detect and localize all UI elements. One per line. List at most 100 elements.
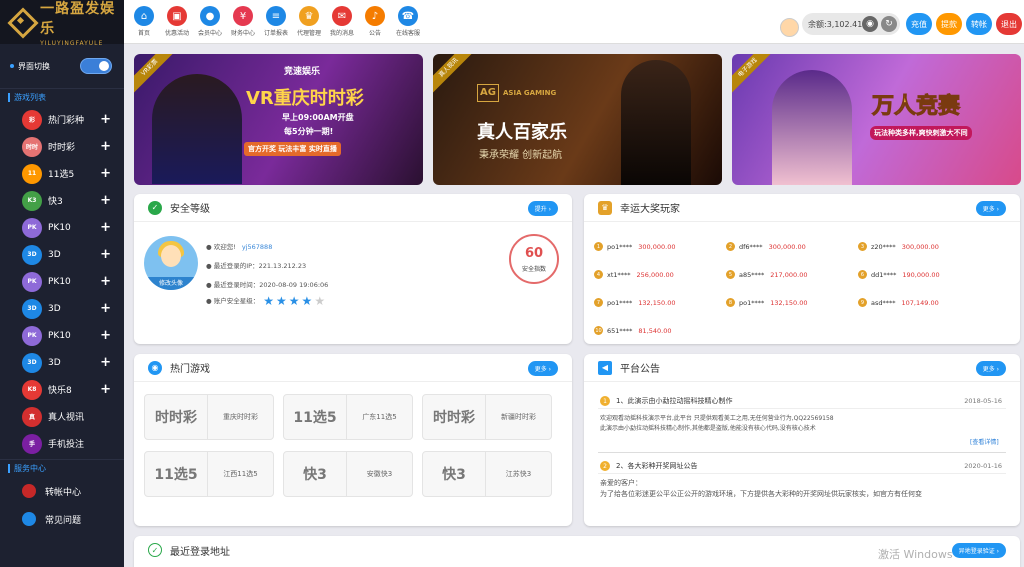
expand-plus-icon[interactable]: + <box>100 139 111 154</box>
report-icon: ≡ <box>266 6 286 26</box>
support-icon: ☎ <box>398 6 418 26</box>
profile-avatar[interactable]: 修改头像 <box>144 236 198 290</box>
expand-plus-icon[interactable]: + <box>100 355 111 370</box>
hot-game-tile[interactable]: 快3 江苏快3 <box>422 451 552 497</box>
logo-title: 一路盈发娱乐 <box>40 0 116 37</box>
banner-subtitle: 秉承荣耀 创新起航 <box>479 150 563 161</box>
top-button-4[interactable]: 退出 <box>996 13 1022 35</box>
notice-more-button[interactable]: 更多 › <box>975 361 1006 376</box>
expand-plus-icon[interactable]: + <box>100 220 111 235</box>
sidebar-game-item[interactable]: 3D 3D + <box>0 241 124 268</box>
nav-item-3[interactable]: ● 会员中心 <box>193 6 227 37</box>
nav-item-9[interactable]: ☎ 在线客服 <box>391 6 425 37</box>
sidebar-game-item[interactable]: 真真人视讯 <box>0 403 124 430</box>
banner-vr-lottery[interactable]: VR彩票 竞速娱乐 VR重庆时时彩 早上09:00AM开盘 每5分钟一期! 官方… <box>134 54 423 185</box>
player-amount: 256,000.00 <box>636 270 674 279</box>
ssc-icon: 时时 <box>22 136 42 157</box>
expand-plus-icon[interactable]: + <box>100 301 111 316</box>
nav-item-1[interactable]: ⌂ 首页 <box>127 6 161 37</box>
expand-plus-icon[interactable]: + <box>100 328 111 343</box>
refresh-icon[interactable]: ↻ <box>881 16 897 32</box>
sidebar-service-item[interactable]: 转帐中心 <box>0 477 124 505</box>
sidebar-game-item[interactable]: PK PK10 + <box>0 214 124 241</box>
medal-icon: 5 <box>726 270 735 279</box>
agent-icon: ♛ <box>299 6 319 26</box>
sidebar-game-item[interactable]: K8 快乐8 + <box>0 376 124 403</box>
hot-game-tile[interactable]: 时时彩 重庆时时彩 <box>144 394 274 440</box>
sidebar-game-item[interactable]: 3D 3D + <box>0 349 124 376</box>
player-amount: 190,000.00 <box>902 270 940 279</box>
expand-plus-icon[interactable]: + <box>100 382 111 397</box>
expand-plus-icon[interactable]: + <box>100 274 111 289</box>
nav-item-7[interactable]: ✉ 我的消息 <box>325 6 359 37</box>
notice-item-body: 亲爱的客户： <box>600 479 642 487</box>
service-section-title: 服务中心 <box>0 459 124 477</box>
expand-plus-icon[interactable]: + <box>100 166 111 181</box>
sidebar-game-label: 11选5 <box>48 170 75 180</box>
banner-tournament[interactable]: 电子游戏 万人竞赛 玩法种类多样,爽快刺激大不同 <box>732 54 1021 185</box>
hot-game-tile[interactable]: 11选5 江西11选5 <box>144 451 274 497</box>
expand-plus-icon[interactable]: + <box>100 193 111 208</box>
sidebar-game-label: 3D <box>48 357 61 368</box>
sidebar-game-item[interactable]: PK PK10 + <box>0 268 124 295</box>
hot-games-card: ◉ 热门游戏 更多 › 时时彩 重庆时时彩 11选5 广东11选5 时时彩 新疆时时彩 11… <box>134 354 572 526</box>
nav-item-2[interactable]: ▣ 优惠活动 <box>160 6 194 37</box>
medal-icon: 10 <box>594 326 603 335</box>
player-name: dd1**** <box>871 270 897 279</box>
hot-game-name: 广东11选5 <box>346 395 412 439</box>
sidebar-game-item[interactable]: 彩热门彩种 + <box>0 106 124 133</box>
nav-item-8[interactable]: ♪ 公告 <box>358 6 392 37</box>
top-button-3[interactable]: 转帐 <box>966 13 992 35</box>
hot-games-icon: ◉ <box>148 360 162 375</box>
ui-switch-toggle[interactable] <box>80 58 112 74</box>
top-button-1[interactable]: 充值 <box>906 13 932 35</box>
kl8-icon: K8 <box>22 379 42 400</box>
lucky-player: 3 z20**** 300,000.00 <box>858 242 939 251</box>
expand-plus-icon[interactable]: + <box>100 247 111 262</box>
hot-game-tile[interactable]: 11选5 广东11选5 <box>283 394 413 440</box>
hot-game-tile[interactable]: 快3 安徽快3 <box>283 451 413 497</box>
top-button-2[interactable]: 提款 <box>936 13 962 35</box>
notice-item[interactable]: 2 2、各大彩种开奖网址公告 2020-01-16 <box>600 461 1002 471</box>
balance-label: 余额:3,102.41元 <box>808 19 871 29</box>
sidebar-game-item[interactable]: 11 11选5 + <box>0 160 124 187</box>
player-name: xt1**** <box>607 270 631 279</box>
lucky-player: 10 651**** 81,540.00 <box>594 326 672 335</box>
remote-login-verify-button[interactable]: 异地登录验证 › <box>951 543 1006 558</box>
game-list: 彩热门彩种 + 时时 时时彩 +11 11选5 + K3 快3 + PK PK10 +3D 3D + PK PK… <box>0 106 124 457</box>
eye-icon[interactable]: ◉ <box>862 16 878 32</box>
banner-subtitle: 玩法种类多样,爽快刺激大不同 <box>870 126 972 140</box>
hot-game-tile[interactable]: 时时彩 新疆时时彩 <box>422 394 552 440</box>
user-avatar[interactable] <box>780 18 799 37</box>
game-logo-icon: 11选5 <box>293 410 337 426</box>
hot-games-more-button[interactable]: 更多 › <box>527 361 558 376</box>
banner-live-baccarat[interactable]: 真人视讯 AG ASIA GAMING 真人百家乐 秉承荣耀 创新起航 <box>433 54 722 185</box>
notice-detail-link[interactable]: [查看详情] <box>970 438 999 447</box>
home-icon: ⌂ <box>134 6 154 26</box>
sidebar-service-item[interactable]: 常见问题 <box>0 505 124 533</box>
ag-logo-icon: AG <box>477 84 499 102</box>
sidebar-game-item[interactable]: 3D 3D + <box>0 295 124 322</box>
sidebar-game-item[interactable]: PK PK10 + <box>0 322 124 349</box>
change-avatar-link[interactable]: 修改头像 <box>144 277 198 290</box>
expand-plus-icon[interactable]: + <box>100 112 111 127</box>
lucky-more-button[interactable]: 更多 › <box>975 201 1006 216</box>
notice-item[interactable]: 1 1、此演示由小勐拉动摇科技精心制作 2018-05-16 <box>600 396 1002 406</box>
security-stars: ★ ★ ★ ★ ★ <box>263 294 325 308</box>
sidebar-game-item[interactable]: 手手机投注 <box>0 430 124 457</box>
nav-item-6[interactable]: ♛ 代理管理 <box>292 6 326 37</box>
last-login-time: ● 最近登录时间：2020-08-09 19:06:06 <box>206 281 329 289</box>
faq-icon <box>22 512 36 526</box>
nav-item-4[interactable]: ¥ 财务中心 <box>226 6 260 37</box>
upgrade-security-button[interactable]: 提升 › <box>527 201 558 216</box>
live-video-icon: 真 <box>22 406 42 427</box>
player-name: po1**** <box>607 298 633 307</box>
banner-tags: 官方开奖 玩法丰富 实时直播 <box>244 142 341 156</box>
logo[interactable]: 一路盈发娱乐 YILUYINGFAYULE <box>0 0 124 47</box>
nav-item-5[interactable]: ≡ 订单报表 <box>259 6 293 37</box>
lucky-player: 9 asd**** 107,149.00 <box>858 298 939 307</box>
player-amount: 132,150.00 <box>638 298 676 307</box>
banner-title: 真人百家乐 <box>477 122 567 143</box>
sidebar-game-item[interactable]: K3 快3 + <box>0 187 124 214</box>
sidebar-game-item[interactable]: 时时 时时彩 + <box>0 133 124 160</box>
